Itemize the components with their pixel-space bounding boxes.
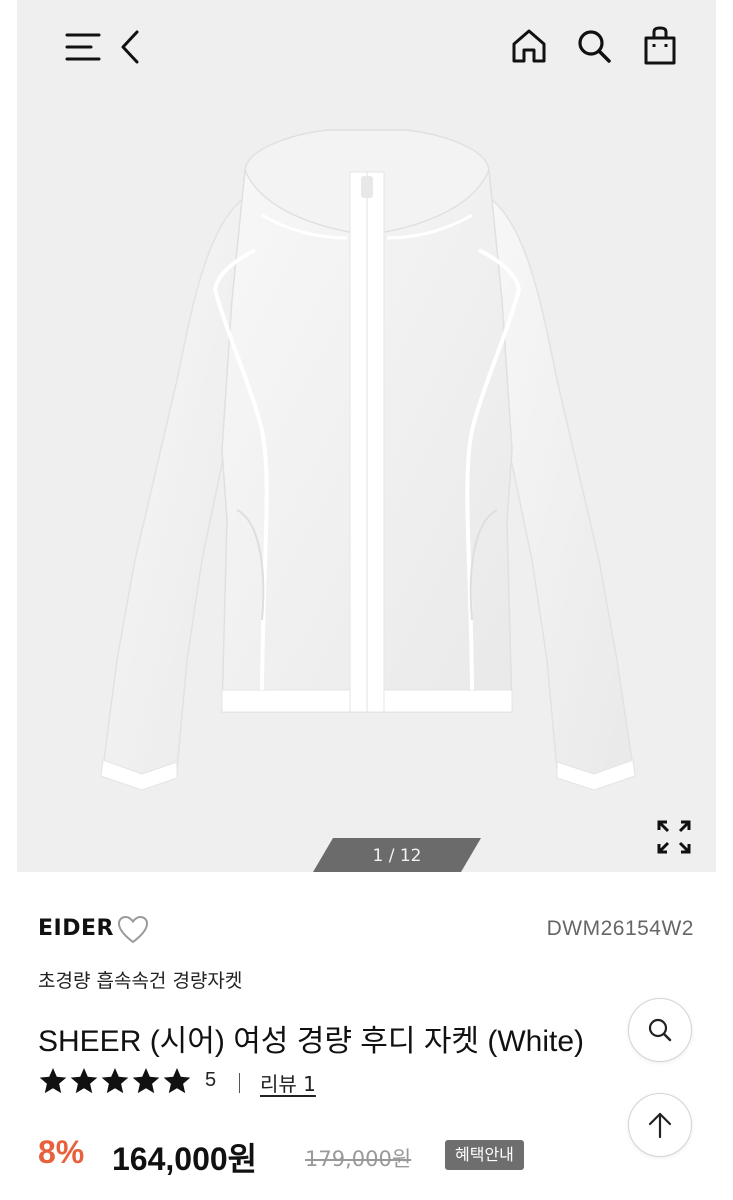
star-icon — [163, 1068, 191, 1094]
product-code: DWM26154W2 — [546, 917, 694, 940]
product-subtitle: 초경량 흡속속건 경량자켓 — [38, 970, 243, 992]
star-icon — [70, 1068, 98, 1094]
star-icon — [39, 1068, 67, 1094]
review-link[interactable]: 리뷰 1 — [260, 1068, 316, 1097]
expand-icon[interactable] — [655, 818, 693, 856]
heart-icon[interactable] — [116, 914, 150, 946]
discount-rate: 8% — [38, 1134, 85, 1170]
sale-price: 164,000원 — [112, 1141, 258, 1177]
back-arrow-icon[interactable] — [117, 28, 143, 66]
image-pager: 1 / 12 — [313, 838, 481, 872]
menu-icon[interactable] — [65, 30, 101, 64]
original-price: 179,000원 — [305, 1147, 412, 1171]
floating-search-button[interactable] — [628, 998, 692, 1062]
scroll-top-button[interactable] — [628, 1093, 692, 1157]
home-icon[interactable] — [510, 27, 548, 65]
benefit-info-button[interactable]: 혜택안내 — [445, 1140, 524, 1170]
pager-counter: 1 / 12 — [372, 846, 422, 866]
product-image-gallery[interactable]: 1 / 12 — [17, 0, 716, 872]
divider — [239, 1073, 240, 1093]
rating-stars — [39, 1068, 191, 1094]
shopping-bag-icon[interactable] — [642, 26, 678, 66]
product-image-jacket — [100, 129, 636, 791]
arrow-up-icon — [648, 1112, 672, 1139]
rating-score: 5 — [205, 1069, 217, 1091]
product-title: SHEER (시어) 여성 경량 후디 자켓 (White) — [38, 1025, 585, 1058]
search-icon[interactable] — [575, 27, 613, 65]
search-icon — [648, 1018, 672, 1042]
brand-name[interactable]: EIDER — [38, 916, 114, 941]
star-icon — [101, 1068, 129, 1094]
star-icon — [132, 1068, 160, 1094]
